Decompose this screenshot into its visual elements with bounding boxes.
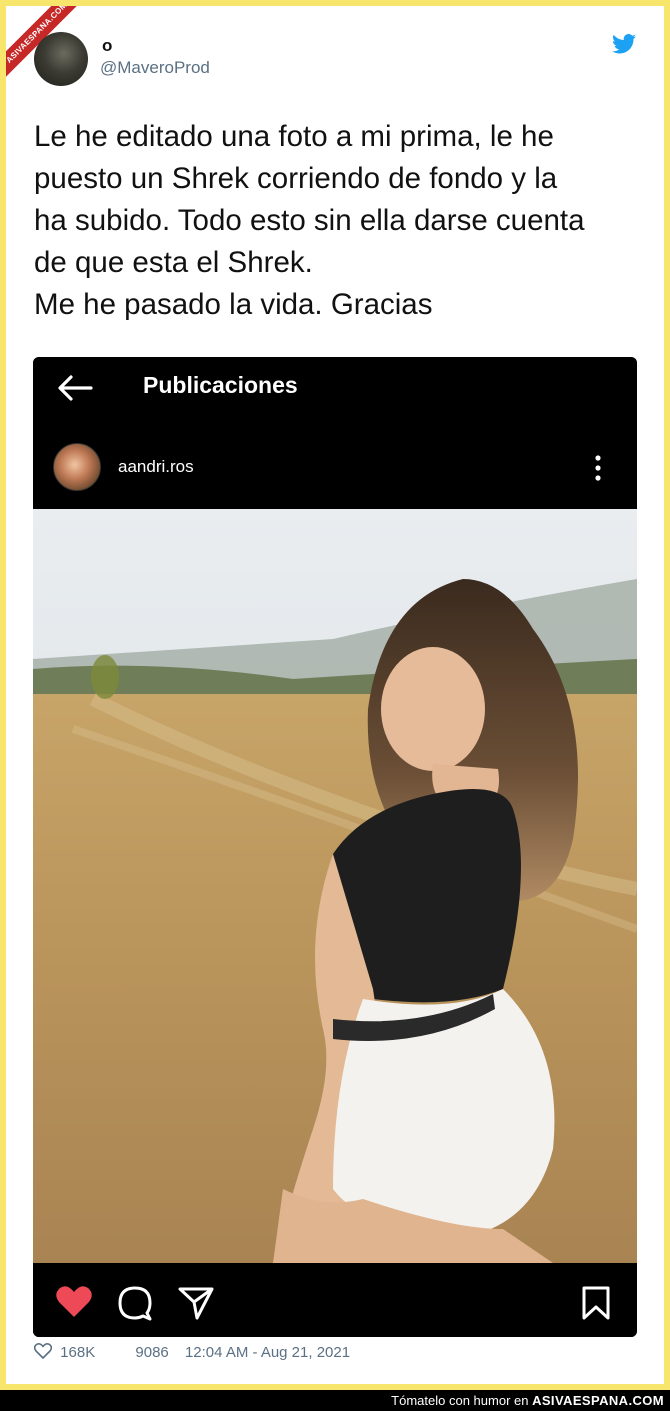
instagram-page-title: Publicaciones [143, 372, 298, 398]
footer-brand[interactable]: ASIVAESPANA.COM [532, 1393, 664, 1408]
instagram-username[interactable]: aandri.ros [118, 457, 194, 477]
instagram-screenshot[interactable]: Publicaciones aandri.ros [33, 357, 637, 1337]
more-vertical-icon[interactable] [591, 453, 605, 483]
tweet-meta: 168K 9086 12:04 AM - Aug 21, 2021 [33, 1343, 350, 1361]
like-outline-icon[interactable] [33, 1343, 53, 1359]
instagram-actions [33, 1263, 637, 1337]
footer-prefix: Tómatelo con humor en [391, 1393, 533, 1408]
site-footer: Tómatelo con humor en ASIVAESPANA.COM [0, 1390, 670, 1411]
author-handle[interactable]: @MaveroProd [100, 58, 210, 78]
share-icon[interactable] [177, 1285, 215, 1321]
back-arrow-icon[interactable] [55, 373, 95, 403]
bookmark-icon[interactable] [581, 1285, 611, 1321]
tweet-text: Le he editado una foto a mi prima, le he… [34, 120, 585, 321]
instagram-avatar[interactable] [53, 443, 101, 491]
comment-icon[interactable] [117, 1285, 153, 1321]
author-name[interactable]: o [102, 36, 112, 56]
heart-icon[interactable] [55, 1285, 93, 1319]
author-avatar[interactable] [34, 32, 88, 86]
post-photo [33, 509, 637, 1263]
tweet-card: ASIVAESPANA.COM o @MaveroProd Le he edit… [6, 6, 664, 1384]
like-count[interactable]: 168K [60, 1344, 95, 1361]
twitter-bird-icon[interactable] [612, 34, 636, 54]
tweet-timestamp[interactable]: 12:04 AM - Aug 21, 2021 [185, 1344, 350, 1361]
instagram-header: Publicaciones aandri.ros [33, 357, 637, 507]
retweet-count[interactable]: 9086 [135, 1344, 168, 1361]
